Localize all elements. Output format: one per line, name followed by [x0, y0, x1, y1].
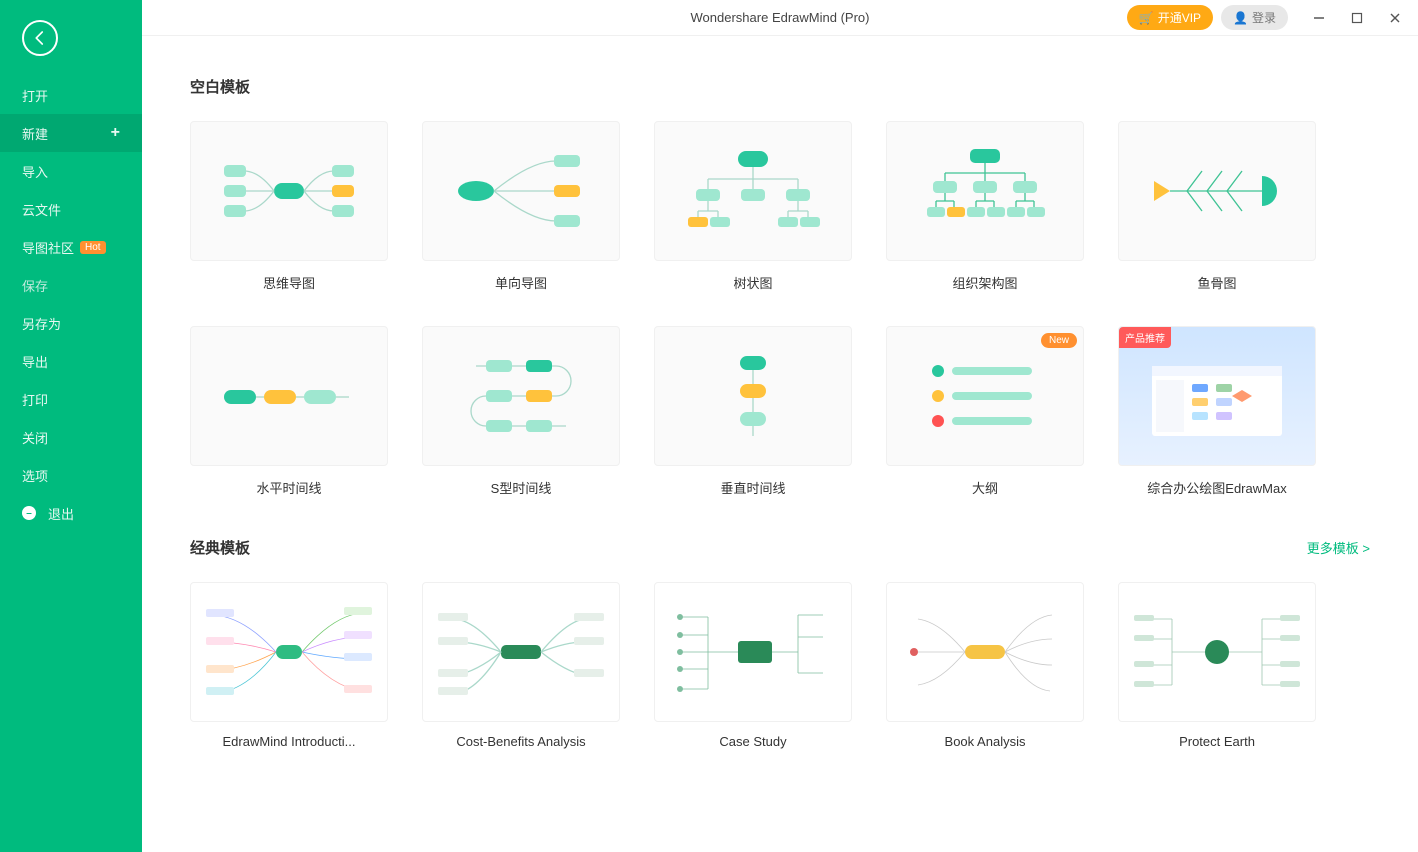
titlebar: Wondershare EdrawMind (Pro) 🛒 开通VIP 👤 登录 — [142, 0, 1418, 36]
arrow-left-icon — [31, 29, 49, 47]
template-thumbnail — [1118, 582, 1316, 722]
template-card-tree-map[interactable]: 树状图 — [654, 121, 852, 292]
sidebar-item-label: 云文件 — [22, 200, 61, 219]
new-badge: New — [1041, 333, 1077, 348]
minimize-icon — [1313, 12, 1325, 24]
template-thumbnail — [190, 326, 388, 466]
classic-template-card[interactable]: Protect Earth — [1118, 582, 1316, 749]
sidebar-item-options[interactable]: 选项 — [0, 456, 142, 494]
template-label: 思维导图 — [263, 273, 315, 292]
template-label: 鱼骨图 — [1197, 273, 1236, 292]
template-label: Case Study — [719, 734, 786, 749]
template-label: Cost-Benefits Analysis — [456, 734, 585, 749]
sidebar-item-label: 导入 — [22, 162, 48, 181]
template-thumbnail — [886, 121, 1084, 261]
template-label: Protect Earth — [1179, 734, 1255, 749]
recommend-badge: 产品推荐 — [1119, 327, 1171, 348]
sidebar: 打开 新建 + 导入 云文件 导图社区 Hot 保存 另存为 导出 打印 关闭 … — [0, 0, 142, 852]
close-icon — [1389, 12, 1401, 24]
sidebar-item-label: 打开 — [22, 86, 48, 105]
template-thumbnail — [654, 582, 852, 722]
classic-templates-title: 经典模板 — [190, 537, 250, 558]
sidebar-item-saveas[interactable]: 另存为 — [0, 304, 142, 342]
more-templates-link[interactable]: 更多模板 > — [1307, 538, 1370, 557]
template-thumbnail — [190, 582, 388, 722]
template-thumbnail — [654, 121, 852, 261]
vip-label: 开通VIP — [1158, 9, 1201, 26]
template-thumbnail: New — [886, 326, 1084, 466]
sidebar-item-community[interactable]: 导图社区 Hot — [0, 228, 142, 266]
template-card-mindmap[interactable]: 思维导图 — [190, 121, 388, 292]
blank-templates-grid: 思维导图 单向导图 — [190, 121, 1370, 497]
template-label: 组织架构图 — [952, 273, 1017, 292]
sidebar-item-close[interactable]: 关闭 — [0, 418, 142, 456]
hot-badge: Hot — [80, 241, 106, 254]
user-icon: 👤 — [1233, 11, 1248, 25]
sidebar-item-label: 选项 — [22, 466, 48, 485]
login-label: 登录 — [1252, 9, 1276, 26]
sidebar-item-print[interactable]: 打印 — [0, 380, 142, 418]
template-card-right-map[interactable]: 单向导图 — [422, 121, 620, 292]
window-maximize-button[interactable] — [1344, 5, 1370, 31]
template-label: S型时间线 — [491, 478, 552, 497]
template-card-fishbone[interactable]: 鱼骨图 — [1118, 121, 1316, 292]
main: Wondershare EdrawMind (Pro) 🛒 开通VIP 👤 登录… — [142, 0, 1418, 852]
window-minimize-button[interactable] — [1306, 5, 1332, 31]
template-label: 树状图 — [733, 273, 772, 292]
back-button[interactable] — [22, 20, 58, 56]
template-label: 综合办公绘图EdrawMax — [1147, 478, 1286, 497]
sidebar-item-save: 保存 — [0, 266, 142, 304]
template-card-vertical-timeline[interactable]: 垂直时间线 — [654, 326, 852, 497]
template-label: 水平时间线 — [256, 478, 321, 497]
sidebar-item-export[interactable]: 导出 — [0, 342, 142, 380]
template-thumbnail — [422, 326, 620, 466]
sidebar-item-import[interactable]: 导入 — [0, 152, 142, 190]
sidebar-item-label: 另存为 — [22, 314, 61, 333]
sidebar-item-label: 保存 — [22, 276, 48, 295]
app-title: Wondershare EdrawMind (Pro) — [691, 10, 870, 25]
sidebar-item-cloud[interactable]: 云文件 — [0, 190, 142, 228]
templates-content[interactable]: 空白模板 思维导图 — [142, 36, 1418, 852]
template-thumbnail — [422, 121, 620, 261]
sidebar-item-label: 导出 — [22, 352, 48, 371]
classic-template-card[interactable]: Cost-Benefits Analysis — [422, 582, 620, 749]
template-thumbnail — [886, 582, 1084, 722]
template-card-edrawmax[interactable]: 产品推荐 综合办公绘图EdrawMax — [1118, 326, 1316, 497]
classic-templates-grid: EdrawMind Introducti... — [190, 582, 1370, 749]
template-thumbnail — [190, 121, 388, 261]
sidebar-item-label: 关闭 — [22, 428, 48, 447]
sidebar-item-label: 导图社区 — [22, 238, 74, 257]
sidebar-item-label: 退出 — [48, 504, 74, 523]
window-close-button[interactable] — [1382, 5, 1408, 31]
open-vip-button[interactable]: 🛒 开通VIP — [1127, 5, 1213, 30]
template-thumbnail — [422, 582, 620, 722]
template-label: 大纲 — [972, 478, 998, 497]
sidebar-item-open[interactable]: 打开 — [0, 76, 142, 114]
cart-icon: 🛒 — [1139, 11, 1154, 25]
template-card-org-chart[interactable]: 组织架构图 — [886, 121, 1084, 292]
blank-templates-title: 空白模板 — [190, 76, 1370, 97]
template-label: EdrawMind Introducti... — [223, 734, 356, 749]
classic-template-card[interactable]: Case Study — [654, 582, 852, 749]
classic-template-card[interactable]: EdrawMind Introducti... — [190, 582, 388, 749]
classic-template-card[interactable]: Book Analysis — [886, 582, 1084, 749]
template-label: 单向导图 — [495, 273, 547, 292]
login-button[interactable]: 👤 登录 — [1221, 5, 1288, 30]
template-thumbnail: 产品推荐 — [1118, 326, 1316, 466]
plus-icon: + — [111, 124, 120, 142]
sidebar-item-label: 打印 — [22, 390, 48, 409]
exit-icon: – — [22, 506, 36, 520]
sidebar-item-new[interactable]: 新建 + — [0, 114, 142, 152]
maximize-icon — [1351, 12, 1363, 24]
template-card-horizontal-timeline[interactable]: 水平时间线 — [190, 326, 388, 497]
template-label: 垂直时间线 — [720, 478, 785, 497]
template-thumbnail — [654, 326, 852, 466]
template-card-outline[interactable]: New 大纲 — [886, 326, 1084, 497]
sidebar-item-exit[interactable]: – 退出 — [0, 494, 142, 532]
template-card-s-timeline[interactable]: S型时间线 — [422, 326, 620, 497]
template-thumbnail — [1118, 121, 1316, 261]
template-label: Book Analysis — [945, 734, 1026, 749]
sidebar-item-label: 新建 — [22, 124, 48, 143]
